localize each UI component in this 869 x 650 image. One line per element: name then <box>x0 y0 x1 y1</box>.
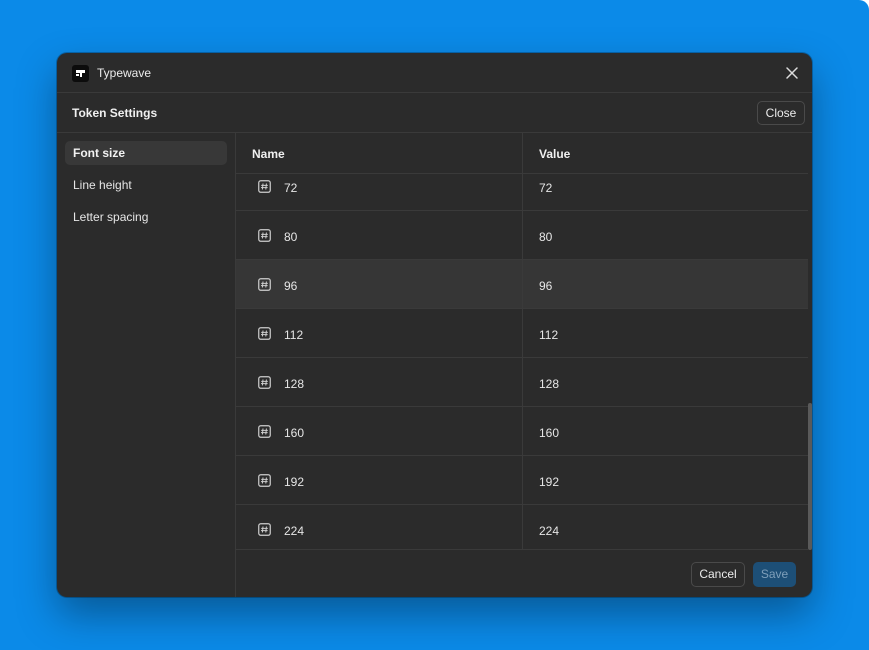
hash-icon <box>258 229 271 242</box>
table-row[interactable]: 192 192 <box>236 456 808 505</box>
column-divider <box>522 358 523 406</box>
token-name: 112 <box>284 328 304 342</box>
table-row[interactable]: 80 80 <box>236 211 808 260</box>
table-scrollbar[interactable] <box>808 174 812 550</box>
token-name: 80 <box>284 230 298 244</box>
token-value: 224 <box>539 524 560 538</box>
token-value: 112 <box>539 328 559 342</box>
column-divider <box>522 407 523 455</box>
table-row[interactable]: 112 112 <box>236 309 808 358</box>
column-divider <box>522 211 523 259</box>
hash-icon <box>258 425 271 438</box>
token-name: 224 <box>284 524 305 538</box>
hash-icon <box>258 327 271 340</box>
scrollbar-thumb[interactable] <box>808 403 812 550</box>
dialog-footer: Cancel Save <box>236 550 812 597</box>
table-row[interactable]: 96 96 <box>236 260 808 309</box>
hash-icon <box>258 278 271 291</box>
title-bar: Typewave <box>57 53 812 93</box>
token-table-panel: Name Value 72 72 80 80 96 96 112 112 128… <box>236 133 812 597</box>
close-icon[interactable] <box>784 65 800 81</box>
token-value: 80 <box>539 230 553 244</box>
app-title: Typewave <box>97 66 152 80</box>
token-value: 128 <box>539 377 560 391</box>
save-button[interactable]: Save <box>753 562 796 587</box>
token-name: 192 <box>284 475 305 489</box>
hash-icon <box>258 523 271 536</box>
column-header-value: Value <box>539 147 571 161</box>
column-divider <box>522 505 523 549</box>
table-row[interactable]: 160 160 <box>236 407 808 456</box>
table-row[interactable]: 72 72 <box>236 174 808 211</box>
table-body: 72 72 80 80 96 96 112 112 128 128 160 16… <box>236 174 808 550</box>
token-name: 128 <box>284 377 305 391</box>
column-divider <box>522 260 523 308</box>
token-value: 192 <box>539 475 560 489</box>
close-button[interactable]: Close <box>757 101 805 125</box>
sidebar-item-letter-spacing[interactable]: Letter spacing <box>65 205 227 229</box>
token-name: 72 <box>284 181 298 195</box>
table-row[interactable]: 128 128 <box>236 358 808 407</box>
hash-icon <box>258 474 271 487</box>
token-name: 96 <box>284 279 298 293</box>
column-divider <box>522 133 523 174</box>
token-name: 160 <box>284 426 305 440</box>
hash-icon <box>258 376 271 389</box>
column-header-name: Name <box>252 147 285 161</box>
token-value: 160 <box>539 426 560 440</box>
table-header: Name Value <box>236 133 808 174</box>
cancel-button[interactable]: Cancel <box>691 562 745 587</box>
typewave-logo-icon <box>72 65 89 82</box>
column-divider <box>522 174 523 210</box>
hash-icon <box>258 180 271 193</box>
dialog-header: Token Settings Close <box>57 93 812 133</box>
token-settings-dialog: Typewave Token Settings Close Font size … <box>57 53 812 597</box>
page-title: Token Settings <box>72 106 158 120</box>
column-divider <box>522 456 523 504</box>
sidebar-item-line-height[interactable]: Line height <box>65 173 227 197</box>
column-divider <box>522 309 523 357</box>
token-value: 72 <box>539 181 553 195</box>
sidebar-item-font-size[interactable]: Font size <box>65 141 227 165</box>
table-row[interactable]: 224 224 <box>236 505 808 550</box>
token-value: 96 <box>539 279 553 293</box>
sidebar: Font size Line height Letter spacing <box>57 133 236 597</box>
